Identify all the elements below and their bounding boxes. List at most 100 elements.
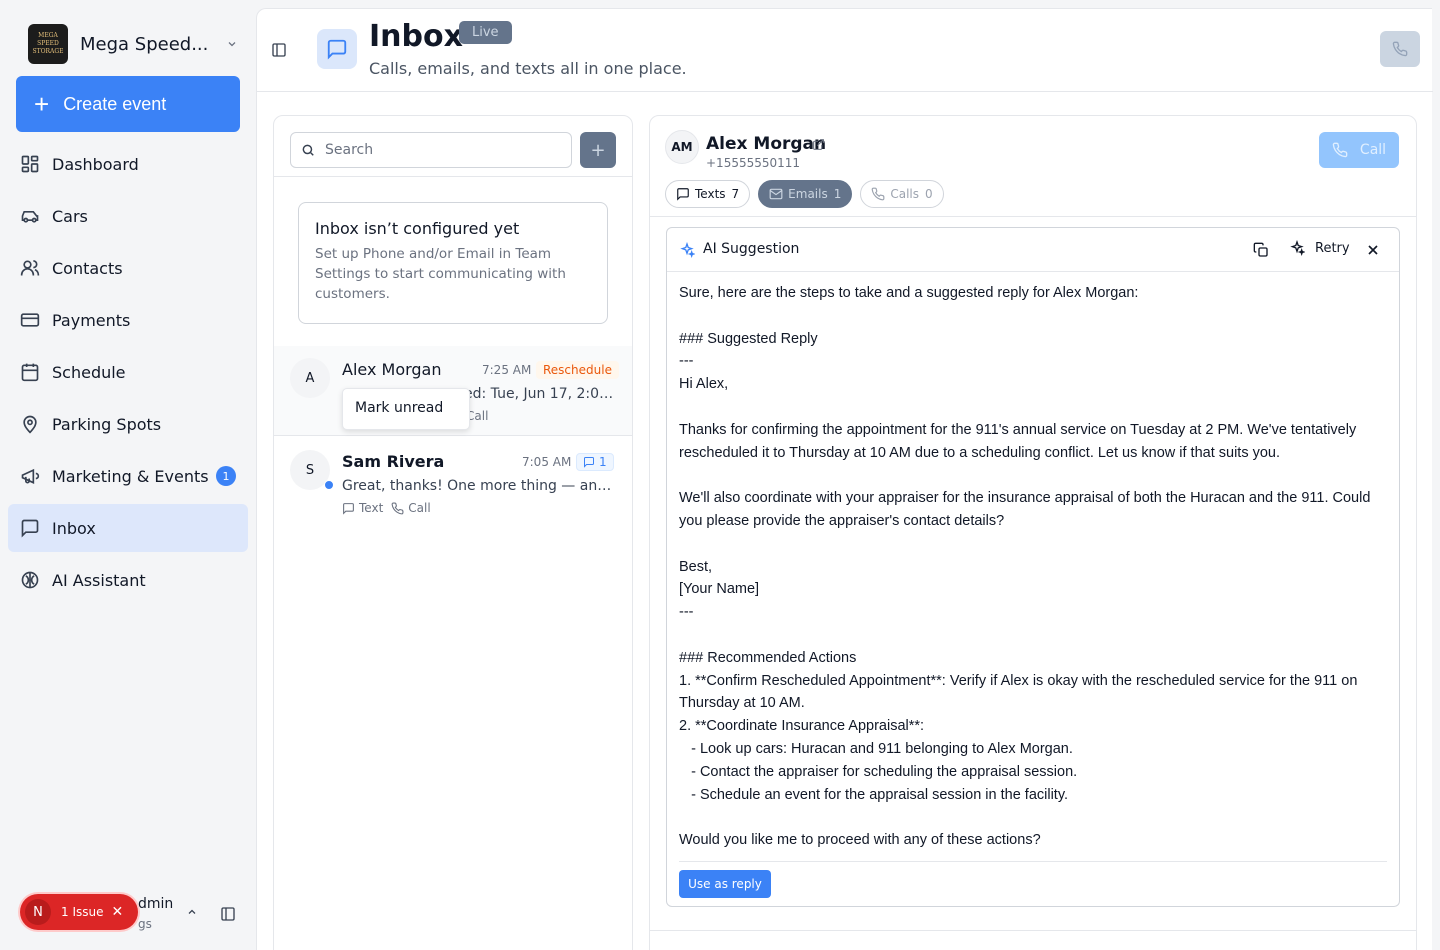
retry-button[interactable]: Retry — [1289, 240, 1350, 256]
nav-item-schedule[interactable]: Schedule — [8, 348, 248, 396]
contacts-icon — [20, 260, 40, 276]
channel-filter: Texts 7 Emails 1 Calls 0 — [665, 180, 952, 208]
inbox-config-notice: Inbox isn’t configured yet Set up Phone … — [298, 202, 608, 324]
channel-call: Call — [408, 501, 431, 515]
contact-phone: +15555550111 — [706, 156, 801, 170]
tab-emails[interactable]: Emails 1 — [758, 180, 853, 208]
tab-label: Texts — [695, 187, 726, 201]
tab-count: 7 — [731, 187, 740, 201]
brand-logo-text: MEGA SPEED STORAGE — [32, 32, 64, 55]
brain-icon — [21, 571, 39, 589]
phone-icon — [872, 187, 885, 201]
ai-suggestion-text: Sure, here are the steps to take and a s… — [679, 285, 1371, 849]
contact-name: Alex Morgan — [342, 360, 442, 379]
tab-texts[interactable]: Texts 7 — [665, 180, 751, 208]
retry-label: Retry — [1315, 240, 1350, 256]
call-button[interactable]: Call — [1319, 132, 1399, 168]
divider — [650, 930, 1416, 931]
menu-item-mark-unread[interactable]: Mark unread — [355, 400, 443, 416]
user-name[interactable]: dmin — [138, 896, 173, 912]
conversation-time: 7:25 AM — [482, 363, 532, 377]
reschedule-tag: Reschedule — [536, 361, 619, 379]
nav-item-label: AI Assistant — [52, 570, 146, 590]
chevron-up-icon[interactable] — [186, 906, 198, 918]
ai-suggestion-card: AI Suggestion Retry Sure, here are the s… — [666, 227, 1400, 907]
close-icon[interactable]: ✕ — [111, 904, 123, 920]
notice-body: Set up Phone and/or Email in Team Settin… — [315, 246, 566, 302]
use-as-reply-button[interactable]: Use as reply — [679, 870, 771, 898]
page-title: Inbox — [369, 19, 463, 54]
issue-avatar: N — [25, 899, 51, 925]
credit-card-icon — [20, 313, 40, 327]
conversation-item-sam-rivera[interactable]: S Sam Rivera 7:05 AM 1 Great, thanks! On… — [274, 438, 632, 528]
nav-item-dashboard[interactable]: Dashboard — [8, 140, 248, 188]
nav-item-payments[interactable]: Payments — [8, 296, 248, 344]
contact-avatar: AM — [665, 130, 699, 164]
plus-icon: + — [34, 89, 50, 119]
map-pin-icon — [23, 415, 37, 434]
issue-label: 1 Issue — [61, 905, 104, 919]
search-input[interactable]: Search — [290, 132, 572, 168]
user-subtitle: gs — [138, 917, 152, 931]
message-square-icon — [21, 519, 39, 538]
nav-item-contacts[interactable]: Contacts — [8, 244, 248, 292]
search-icon — [302, 144, 314, 156]
new-conversation-button[interactable]: + — [580, 132, 616, 168]
unread-indicator — [324, 480, 334, 490]
message-square-icon — [677, 188, 689, 201]
conversation-time: 7:05 AM — [522, 455, 572, 469]
phone-icon — [1332, 142, 1348, 158]
sparkles-icon — [680, 242, 695, 258]
context-menu: Mark unread — [342, 388, 470, 430]
nav-item-parking-spots[interactable]: Parking Spots — [8, 400, 248, 448]
nav-item-label: Cars — [52, 206, 88, 226]
tab-calls[interactable]: Calls 0 — [860, 180, 944, 208]
megaphone-icon — [21, 468, 40, 484]
dashboard-icon — [21, 155, 39, 173]
ai-suggestion-header: AI Suggestion Retry — [667, 228, 1399, 272]
channel-text: Text — [359, 501, 384, 515]
close-icon[interactable] — [1365, 242, 1381, 258]
mail-icon — [769, 188, 783, 200]
sidebar-toggle-icon[interactable] — [220, 906, 236, 922]
message-preview: ed: Tue, Jun 17, 2:00 ... — [464, 386, 614, 402]
tab-label: Calls — [890, 187, 920, 201]
external-link-icon[interactable] — [812, 138, 825, 151]
nav-item-label: Payments — [52, 310, 131, 330]
nav-item-marketing-events[interactable]: Marketing & Events 1 — [8, 452, 248, 500]
create-event-button[interactable]: + Create event — [16, 76, 240, 132]
nav-item-inbox[interactable]: Inbox — [8, 504, 248, 552]
main-nav: Dashboard Cars Contacts Payments Schedul… — [8, 140, 248, 608]
header-divider — [257, 91, 1433, 92]
nav-item-label: Schedule — [52, 362, 126, 382]
copy-icon[interactable] — [1253, 242, 1269, 258]
contact-name: Sam Rivera — [342, 452, 445, 471]
nav-item-label: Parking Spots — [52, 414, 162, 434]
issues-indicator[interactable]: N 1 Issue ✕ — [20, 894, 138, 930]
call-label: Call — [1359, 142, 1387, 158]
workspace-name: Mega Speed... — [80, 33, 209, 55]
brand-logo: MEGA SPEED STORAGE — [28, 24, 68, 64]
tab-label: Emails — [788, 187, 828, 201]
phone-button[interactable] — [1380, 31, 1420, 67]
conversation-list: Search + Inbox isn’t configured yet Set … — [273, 115, 633, 950]
divider — [679, 861, 1387, 862]
search-placeholder: Search — [325, 142, 374, 158]
tab-count: 1 — [833, 187, 842, 201]
create-event-label: Create event — [63, 93, 167, 114]
nav-item-ai-assistant[interactable]: AI Assistant — [8, 556, 248, 604]
notification-badge: 1 — [216, 466, 236, 486]
message-square-icon — [327, 39, 347, 60]
workspace-switcher[interactable]: MEGA SPEED STORAGE Mega Speed... — [28, 24, 238, 64]
nav-item-label: Inbox — [52, 518, 96, 538]
sidebar: MEGA SPEED STORAGE Mega Speed... + Creat… — [0, 0, 256, 950]
main-panel: Inbox Live Calls, emails, and texts all … — [256, 8, 1433, 950]
contact-name[interactable]: Alex Morgan — [706, 134, 826, 154]
count: 1 — [599, 455, 607, 469]
panel-toggle-icon[interactable] — [271, 42, 287, 58]
conversation-channels: Text Call — [342, 501, 431, 515]
nav-item-cars[interactable]: Cars — [8, 192, 248, 240]
avatar: A — [290, 358, 330, 398]
nav-item-label: Dashboard — [52, 154, 139, 174]
conversation-detail: AM Alex Morgan +15555550111 Call Texts 7… — [649, 115, 1417, 950]
